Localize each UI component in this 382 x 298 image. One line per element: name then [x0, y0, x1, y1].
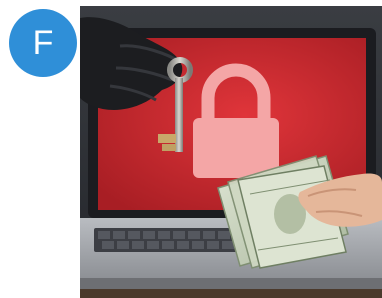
ransomware-photo — [80, 6, 382, 298]
letter-badge: F — [9, 9, 77, 77]
badge-letter: F — [32, 23, 54, 62]
